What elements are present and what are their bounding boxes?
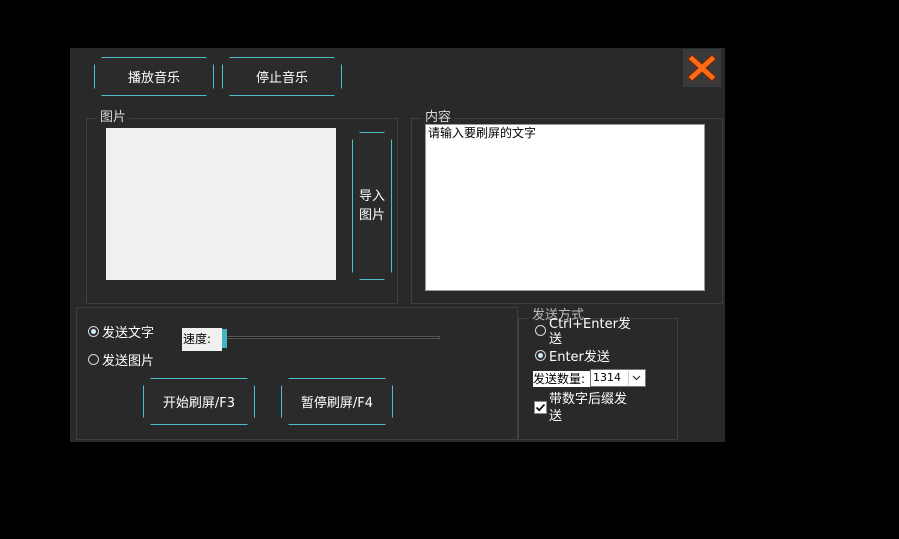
stop-music-button[interactable]: 停止音乐 <box>222 57 342 96</box>
play-music-button[interactable]: 播放音乐 <box>94 57 214 96</box>
stop-music-label: 停止音乐 <box>255 71 308 86</box>
send-count-label: 发送数量: <box>533 371 590 387</box>
pause-spam-label: 暂停刷屏/F4 <box>300 396 374 411</box>
ctrl-enter-radio[interactable]: Ctrl+Enter发送 <box>535 317 635 347</box>
start-spam-button[interactable]: 开始刷屏/F3 <box>143 378 255 425</box>
radio-checked-icon <box>535 350 546 361</box>
chevron-down-icon <box>628 371 644 385</box>
close-button[interactable] <box>683 49 721 87</box>
checkmark-icon <box>535 403 546 412</box>
send-count-select[interactable]: 1314 <box>590 369 646 387</box>
enter-label: Enter发送 <box>549 350 610 365</box>
import-image-label-line2: 图片 <box>358 208 385 223</box>
speed-slider-track[interactable] <box>224 336 440 339</box>
send-text-label: 发送文字 <box>102 326 155 341</box>
suffix-checkbox[interactable] <box>534 401 547 414</box>
import-image-button[interactable]: 导入 图片 <box>352 132 392 280</box>
ctrl-enter-label: Ctrl+Enter发送 <box>549 317 631 347</box>
enter-radio[interactable]: Enter发送 <box>535 346 610 365</box>
import-image-label-line1: 导入 <box>358 189 385 204</box>
content-textarea[interactable]: 请输入要刷屏的文字 <box>425 124 705 291</box>
send-image-radio[interactable]: 发送图片 <box>88 350 154 369</box>
send-image-label: 发送图片 <box>102 354 155 369</box>
speed-label: 速度: <box>182 328 222 351</box>
play-music-label: 播放音乐 <box>127 71 180 86</box>
close-x-icon <box>687 54 717 82</box>
speed-slider-thumb[interactable] <box>222 329 227 348</box>
radio-unchecked-icon <box>535 325 546 336</box>
suffix-label: 带数字后缀发送 <box>549 392 628 424</box>
radio-unchecked-icon <box>88 354 99 365</box>
radio-checked-icon <box>88 326 99 337</box>
image-group-label: 图片 <box>97 111 130 125</box>
content-group-label: 内容 <box>422 111 455 125</box>
send-count-value: 1314 <box>593 371 621 384</box>
send-text-radio[interactable]: 发送文字 <box>88 322 154 341</box>
image-preview <box>106 128 336 280</box>
start-spam-label: 开始刷屏/F3 <box>162 396 236 411</box>
pause-spam-button[interactable]: 暂停刷屏/F4 <box>281 378 393 425</box>
